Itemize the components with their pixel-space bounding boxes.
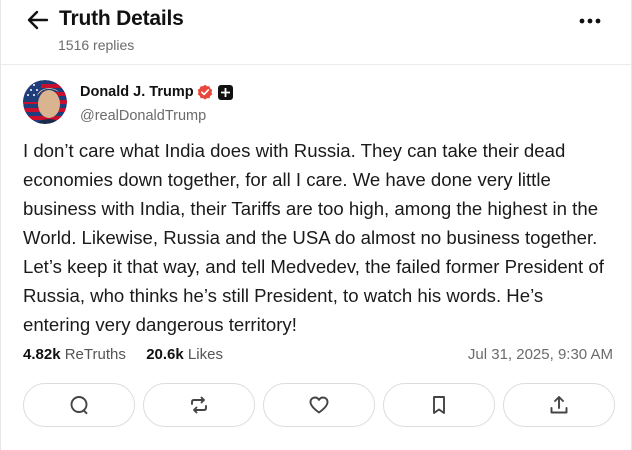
post-timestamp: Jul 31, 2025, 9:30 AM [467,346,613,363]
bookmark-button[interactable] [383,383,495,427]
author-handle[interactable]: @realDonaldTrump [80,108,206,124]
retruths-count[interactable]: 4.82k [23,346,61,363]
bookmark-icon [433,396,445,414]
share-icon [550,396,568,414]
post-stats: 4.82k ReTruths 20.6k Likes [23,346,223,363]
retruth-icon [191,396,207,414]
comment-icon [70,396,88,415]
retruths-label[interactable]: ReTruths [65,346,126,363]
author-name[interactable]: Donald J. Trump [80,84,194,100]
avatar[interactable] [23,80,67,124]
retruth-button[interactable] [143,383,255,427]
action-bar [23,383,615,427]
page-title: Truth Details [59,7,184,30]
header-divider [1,64,631,65]
verified-badge-icon [197,84,213,100]
heart-icon [309,396,329,414]
arrow-left-icon [27,10,49,30]
back-button[interactable] [23,6,53,34]
likes-count[interactable]: 20.6k [146,346,184,363]
page-header: Truth Details 1516 replies [1,0,632,62]
plus-badge-icon [218,85,233,100]
truth-details-page: Truth Details 1516 replies Donald J. Tru… [0,0,632,450]
like-button[interactable] [263,383,375,427]
more-horizontal-icon [579,18,601,24]
replies-count: 1516 replies [58,37,135,53]
more-options-button[interactable] [573,8,607,34]
reply-button[interactable] [23,383,135,427]
post-text: I don’t care what India does with Russia… [23,140,604,335]
share-button[interactable] [503,383,615,427]
likes-label[interactable]: Likes [188,346,223,363]
